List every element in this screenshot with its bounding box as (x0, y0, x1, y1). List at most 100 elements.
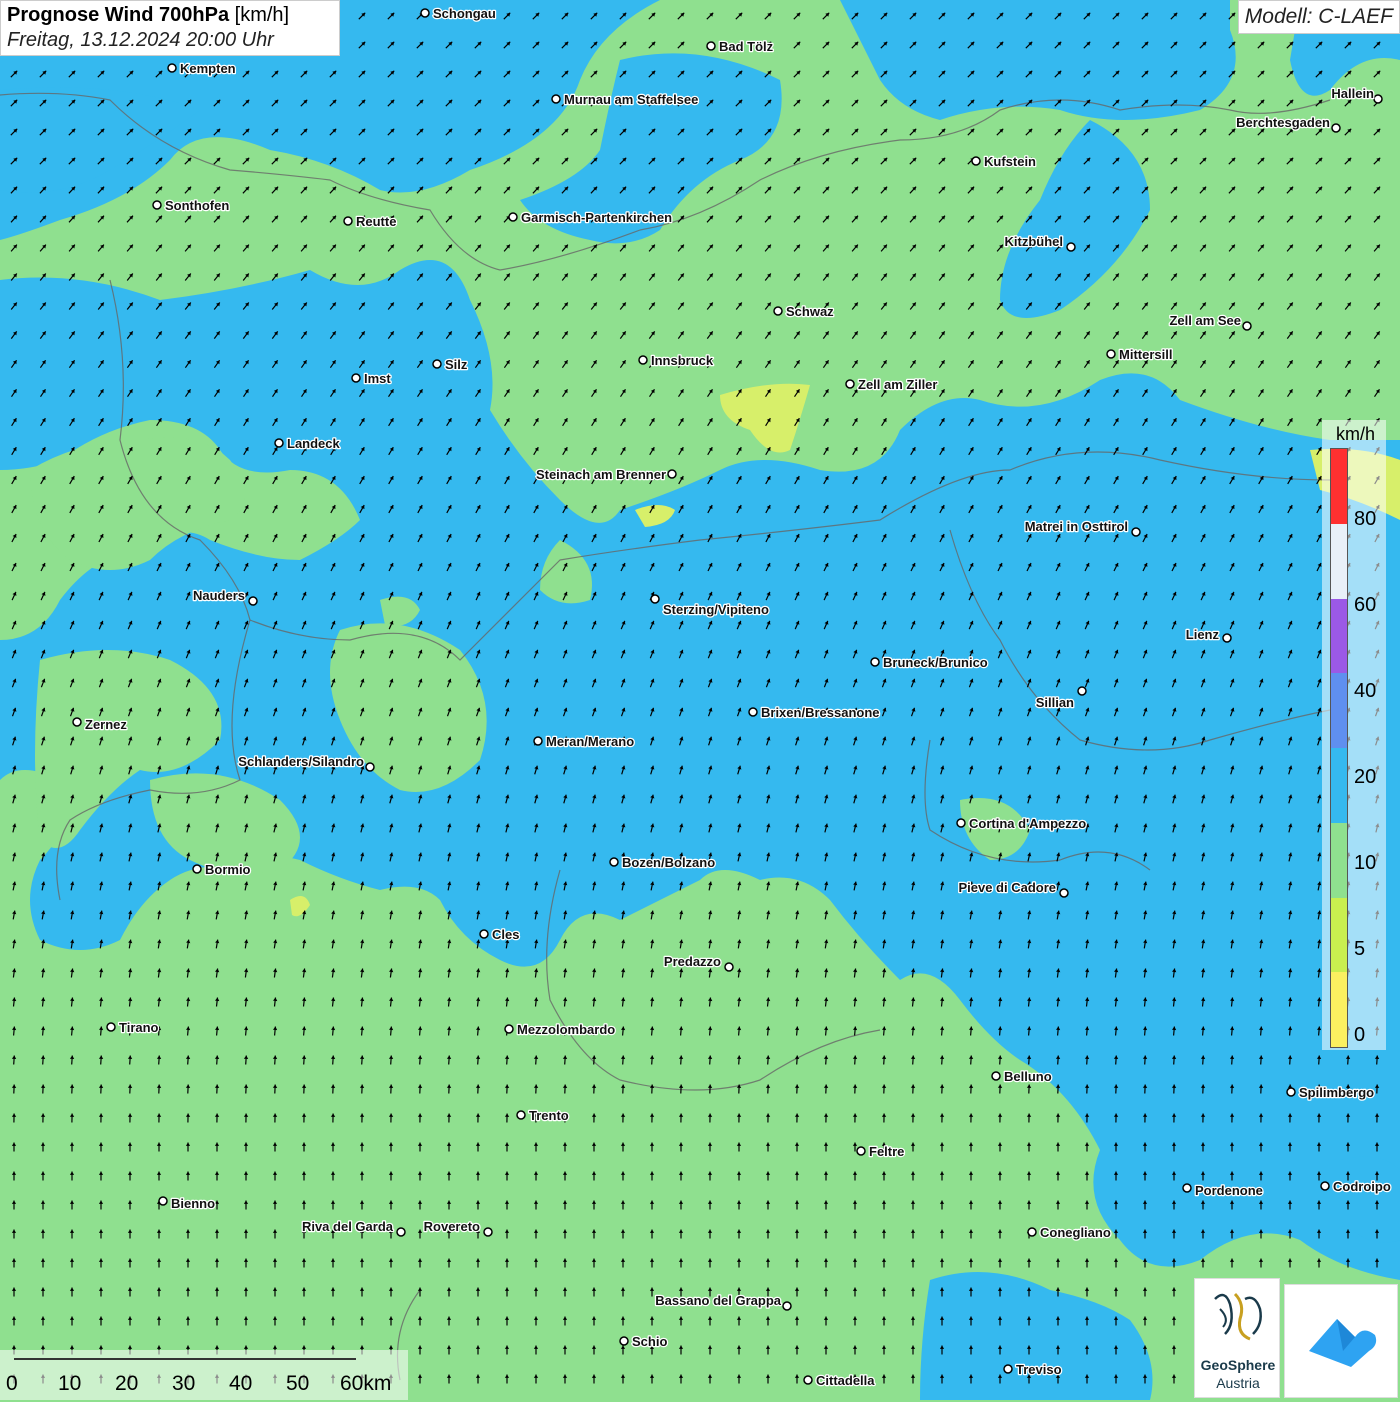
city-dot (610, 858, 618, 866)
city-dot (159, 1197, 167, 1205)
city-label: Pordenone (1195, 1183, 1263, 1198)
city-dot (1223, 634, 1231, 642)
city-dot (1183, 1184, 1191, 1192)
city-label: Treviso (1016, 1362, 1062, 1377)
city-label: Innsbruck (651, 353, 714, 368)
city-dot (992, 1072, 1000, 1080)
legend-tick-label: 5 (1354, 938, 1365, 961)
city-marker: Bruneck/Brunico (871, 655, 988, 670)
city-dot (871, 658, 879, 666)
city-label: Garmisch-Partenkirchen (521, 210, 672, 225)
city-dot (972, 157, 980, 165)
map-title-unit: [km/h] (235, 4, 289, 26)
city-dot (517, 1111, 525, 1119)
city-label: Zell am Ziller (858, 377, 937, 392)
city-label: Feltre (869, 1144, 904, 1159)
legend-tick-label: 60 (1354, 594, 1376, 617)
city-label: Schwaz (786, 304, 834, 319)
legend-color-segment (1331, 972, 1347, 1047)
scale-tick-label: 40 (229, 1372, 252, 1396)
city-dot (651, 595, 659, 603)
city-marker: Bozen/Bolzano (610, 855, 715, 870)
city-marker: Bassano del Grappa (655, 1293, 791, 1310)
scale-bar: 0102030405060km (0, 1350, 408, 1400)
city-label: Schlanders/Silandro (238, 754, 364, 769)
city-dot (275, 439, 283, 447)
legend-color-segment (1331, 599, 1347, 674)
city-label: Sonthofen (165, 198, 229, 213)
city-label: Bad Tölz (719, 39, 774, 54)
city-label: Mezzolombardo (517, 1022, 615, 1037)
city-dot (1287, 1088, 1295, 1096)
scale-tick-label: 50 (286, 1372, 309, 1396)
city-dot (421, 9, 429, 17)
city-dot (344, 217, 352, 225)
city-label: Zernez (85, 717, 127, 732)
city-label: Sillian (1036, 695, 1074, 710)
city-dot (857, 1147, 865, 1155)
city-label: Bruneck/Brunico (883, 655, 988, 670)
city-marker: Steinach am Brenner (536, 467, 676, 482)
city-label: Conegliano (1040, 1225, 1111, 1240)
city-dot (846, 380, 854, 388)
legend-tick-label: 40 (1354, 680, 1376, 703)
city-dot (668, 470, 676, 478)
city-marker: Murnau am Staffelsee (552, 92, 698, 107)
city-dot (480, 930, 488, 938)
geosphere-country: Austria (1195, 1375, 1281, 1391)
city-label: Silz (445, 357, 468, 372)
city-marker: Mezzolombardo (505, 1022, 615, 1037)
city-label: Schongau (433, 6, 496, 21)
city-marker: Spilimbergo (1287, 1085, 1374, 1100)
city-dot (534, 737, 542, 745)
city-dot (397, 1228, 405, 1236)
city-label: Brixen/Bressanone (761, 705, 880, 720)
scale-tick-label: 20 (115, 1372, 138, 1396)
city-label: Zell am See (1169, 313, 1241, 328)
legend-color-segment (1331, 449, 1347, 524)
city-dot (1321, 1182, 1329, 1190)
city-marker: Schongau (421, 6, 496, 21)
geosphere-logo[interactable]: GeoSphere Austria (1194, 1278, 1280, 1398)
city-label: Tirano (119, 1020, 159, 1035)
city-dot (1067, 243, 1075, 251)
city-dot (749, 708, 757, 716)
city-marker: Cortina d'Ampezzo (957, 816, 1086, 831)
city-label: Riva del Garda (302, 1219, 394, 1234)
city-dot (352, 374, 360, 382)
forecast-datetime: Freitag, 13.12.2024 20:00 Uhr (7, 29, 333, 52)
city-marker: Innsbruck (639, 353, 714, 368)
city-dot (249, 597, 257, 605)
city-label: Mittersill (1119, 347, 1172, 362)
city-label: Lienz (1186, 627, 1220, 642)
city-dot (433, 360, 441, 368)
city-label: Schio (632, 1334, 667, 1349)
weather-app-logo[interactable] (1284, 1284, 1398, 1398)
city-dot (1107, 350, 1115, 358)
city-label: Bienno (171, 1196, 215, 1211)
city-label: Berchtesgaden (1236, 115, 1330, 130)
geosphere-name: GeoSphere (1195, 1357, 1281, 1373)
city-label: Steinach am Brenner (536, 467, 666, 482)
legend-color-bar (1330, 448, 1348, 1048)
city-label: Imst (364, 371, 391, 386)
city-marker: Sonthofen (153, 198, 229, 213)
legend-tick-label: 10 (1354, 852, 1376, 875)
color-legend: km/h 806040201050 (1322, 420, 1386, 1050)
city-label: Hallein (1331, 86, 1374, 101)
legend-color-segment (1331, 823, 1347, 898)
city-label: Murnau am Staffelsee (564, 92, 698, 107)
wind-forecast-map: SchongauBad TölzKemptenMurnau am Staffel… (0, 0, 1400, 1400)
city-label: Predazzo (664, 954, 721, 969)
legend-tick-label: 80 (1354, 508, 1376, 531)
city-dot (1332, 124, 1340, 132)
city-label: Pieve di Cadore (958, 880, 1056, 895)
city-label: Rovereto (424, 1219, 480, 1234)
legend-tick-label: 0 (1354, 1024, 1365, 1047)
map-title: Prognose Wind 700hPa [km/h] (7, 4, 333, 27)
scale-tick-label: 10 (58, 1372, 81, 1396)
city-dot (707, 42, 715, 50)
city-dot (73, 718, 81, 726)
city-marker: Riva del Garda (302, 1219, 405, 1236)
city-dot (552, 95, 560, 103)
